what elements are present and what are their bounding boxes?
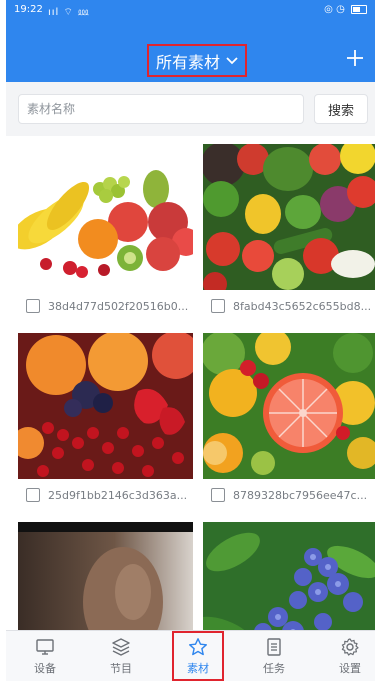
material-thumbnail[interactable] (203, 522, 375, 630)
material-thumbnail[interactable] (18, 144, 193, 290)
clock-icon: ◷ (336, 4, 345, 15)
nav-settings[interactable]: 设置 (324, 631, 375, 681)
fruit-photo (18, 144, 193, 290)
nav-label: 设置 (339, 661, 361, 675)
chevron-down-icon (226, 56, 238, 64)
material-thumbnail[interactable] (203, 144, 375, 290)
nav-label: 素材 (187, 661, 209, 675)
material-card: 8fabd43c5652c655bd8... (203, 144, 375, 313)
select-checkbox[interactable] (211, 299, 225, 313)
berries-photo (18, 333, 193, 479)
portrait-photo (18, 522, 193, 630)
vegetables-photo (203, 144, 375, 290)
nav-label: 设备 (34, 661, 56, 675)
nav-devices[interactable]: 设备 (19, 631, 71, 681)
battery-icon (351, 4, 367, 14)
bottom-nav: 设备 节目 素材 任务 设置 (6, 630, 375, 681)
material-caption: 25d9f1bb2146c3d363a... (18, 485, 193, 505)
layers-icon (112, 637, 130, 656)
material-card: 8789328bc7956ee47c... (203, 333, 375, 502)
task-list-icon (267, 637, 281, 656)
status-time: 19:22 (14, 4, 43, 15)
nav-programs[interactable]: 节目 (95, 631, 147, 681)
star-icon (189, 637, 207, 655)
material-filename: 25d9f1bb2146c3d363a... (48, 488, 188, 502)
material-caption: 8789328bc7956ee47c... (203, 485, 375, 505)
page-title: 所有素材 (155, 52, 220, 72)
app-frame: 19:22 ııl ⌔ ⅏ ◎ ◷ 所有素材 搜索 (6, 0, 375, 681)
status-bar: 19:22 ııl ⌔ ⅏ ◎ ◷ (6, 0, 375, 22)
material-caption: 8fabd43c5652c655bd8... (203, 296, 375, 316)
citrus-photo (203, 333, 375, 479)
material-filename: 38d4d77d502f20516b0... (48, 299, 189, 313)
alarm-icon: ◎ (324, 4, 333, 15)
material-grid: 38d4d77d502f20516b0... 8fabd43c5652c655b… (6, 136, 375, 630)
status-signal: ııl ⌔ ⅏ (48, 7, 90, 18)
select-checkbox[interactable] (211, 488, 225, 502)
add-material-button[interactable] (345, 48, 365, 68)
flowers-photo (203, 522, 375, 630)
material-thumbnail[interactable] (203, 333, 375, 479)
nav-label: 节目 (110, 661, 132, 675)
app-header: 所有素材 (6, 22, 375, 82)
material-caption: 38d4d77d502f20516b0... (18, 296, 193, 316)
select-checkbox[interactable] (26, 299, 40, 313)
search-button[interactable]: 搜索 (314, 94, 368, 124)
monitor-icon (36, 638, 54, 655)
material-card (203, 522, 375, 630)
select-checkbox[interactable] (26, 488, 40, 502)
nav-tasks[interactable]: 任务 (248, 631, 300, 681)
status-right-icons: ◎ ◷ (324, 4, 367, 15)
material-filter-dropdown[interactable]: 所有素材 (147, 44, 247, 77)
material-thumbnail[interactable] (18, 333, 193, 479)
material-filename: 8789328bc7956ee47c... (233, 488, 368, 502)
material-thumbnail[interactable] (18, 522, 193, 630)
material-card: 38d4d77d502f20516b0... (18, 144, 193, 313)
nav-materials[interactable]: 素材 (172, 631, 224, 681)
material-card: 25d9f1bb2146c3d363a... (18, 333, 193, 502)
material-card (18, 522, 193, 630)
search-bar: 搜索 (6, 82, 375, 132)
gear-icon (341, 637, 359, 656)
search-input[interactable] (18, 94, 304, 124)
nav-label: 任务 (263, 661, 285, 675)
material-filename: 8fabd43c5652c655bd8... (233, 299, 372, 313)
